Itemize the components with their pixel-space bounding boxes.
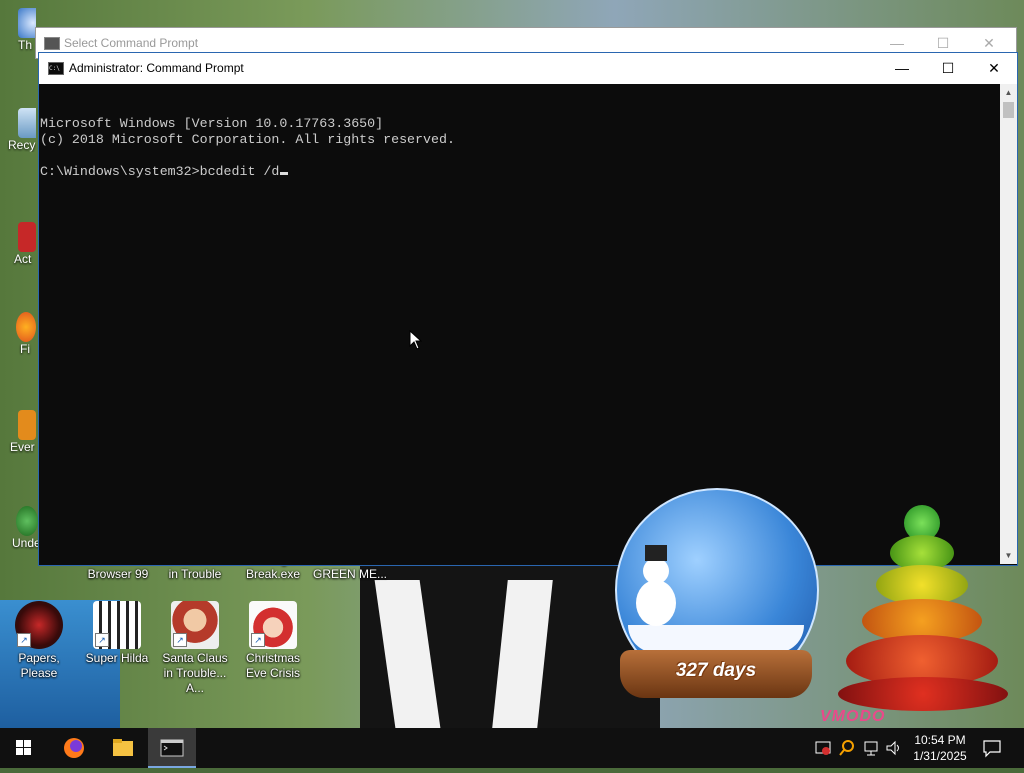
search-magnifier-icon[interactable] [838,739,856,757]
evernote-icon [18,410,36,440]
start-button[interactable] [0,728,48,768]
command-prompt-icon [44,37,60,50]
desktop-icon-super-hilda[interactable]: ↗ Super Hilda [79,601,155,666]
maximize-button[interactable]: ☐ [925,53,971,83]
minimize-button[interactable]: — [879,53,925,83]
console-line: Microsoft Windows [Version 10.0.17763.36… [40,116,384,131]
console-output[interactable]: Microsoft Windows [Version 10.0.17763.36… [40,84,1000,564]
snowman-icon [636,580,676,626]
papers-please-icon: ↗ [15,601,63,649]
mouse-pointer-icon [409,330,423,350]
command-prompt-icon: C:\ [48,62,64,75]
file-explorer-icon [113,739,133,756]
vertical-scrollbar[interactable]: ▲ ▼ [1000,84,1017,564]
clock-date: 1/31/2025 [913,749,967,763]
security-alert-icon[interactable] [814,739,832,757]
desktop-icon-santa-claus-trouble[interactable]: ↗ Santa Claus in Trouble... A... [157,601,233,696]
snowglobe-snow [628,625,804,653]
countdown-days-label: 327 days [675,660,757,681]
window-title: Select Command Prompt [64,36,199,50]
desktop-icon-thunderbird[interactable]: Th [0,8,36,52]
christmas-eve-crisis-icon: ↗ [249,601,297,649]
window-titlebar[interactable]: C:\ Administrator: Command Prompt — ☐ ✕ [39,53,1017,84]
desktop-icon-acrobat[interactable]: Act [0,222,36,266]
desktop-icon-papers-please[interactable]: ↗ Papers, Please [1,601,77,681]
firefox-icon [64,738,84,758]
command-prompt-window[interactable]: C:\ Administrator: Command Prompt — ☐ ✕ … [38,52,1018,566]
scroll-up-arrow-icon[interactable]: ▲ [1000,84,1017,101]
window-title: Administrator: Command Prompt [69,61,244,75]
taskbar-command-prompt-button[interactable] [148,728,196,768]
recycle-bin-icon [18,108,36,138]
scrollbar-thumb[interactable] [1003,102,1014,118]
shortcut-arrow-icon: ↗ [17,633,31,647]
widget-logo: VMODO [820,708,886,725]
network-icon[interactable] [862,739,880,757]
acrobat-icon [18,222,36,252]
christmas-tree-widget [838,505,1008,725]
desktop-icon-christmas-eve-crisis[interactable]: ↗ Christmas Eve Crisis [235,601,311,681]
console-prompt-line[interactable]: C:\Windows\system32>bcdedit /d [40,164,1000,180]
santa-claus-icon: ↗ [171,601,219,649]
firefox-icon [16,312,36,342]
console-line: (c) 2018 Microsoft Corporation. All righ… [40,132,455,147]
desktop-icon-firefox[interactable]: Fi [0,312,36,356]
close-button[interactable]: ✕ [971,53,1017,83]
desktop-icon-recycle-bin[interactable]: Recy [0,108,36,152]
taskbar: 10:54 PM 1/31/2025 [0,728,1024,768]
shortcut-arrow-icon: ↗ [251,633,265,647]
volume-icon[interactable] [885,739,903,757]
text-cursor [280,172,289,175]
thunderbird-icon [18,8,36,38]
snowman-head [643,558,669,584]
super-hilda-icon: ↗ [93,601,141,649]
snowman-hat [645,545,667,561]
clock-time: 10:54 PM [914,733,966,747]
console-command: C:\Windows\system32>bcdedit /d [40,164,280,179]
taskbar-firefox-button[interactable] [50,728,98,768]
command-prompt-icon [160,739,184,757]
taskbar-clock[interactable]: 10:54 PM 1/31/2025 [905,732,975,764]
shortcut-arrow-icon: ↗ [95,633,109,647]
shortcut-arrow-icon: ↗ [173,633,187,647]
windows-start-icon [16,740,31,755]
desktop-icon-evernote[interactable]: Ever [0,410,36,454]
desktop-icon-green-me[interactable]: GREEN ME... [312,567,388,582]
undertale-icon [16,506,38,536]
taskbar-file-explorer-button[interactable] [99,728,147,768]
notification-center-icon[interactable] [982,738,1002,758]
